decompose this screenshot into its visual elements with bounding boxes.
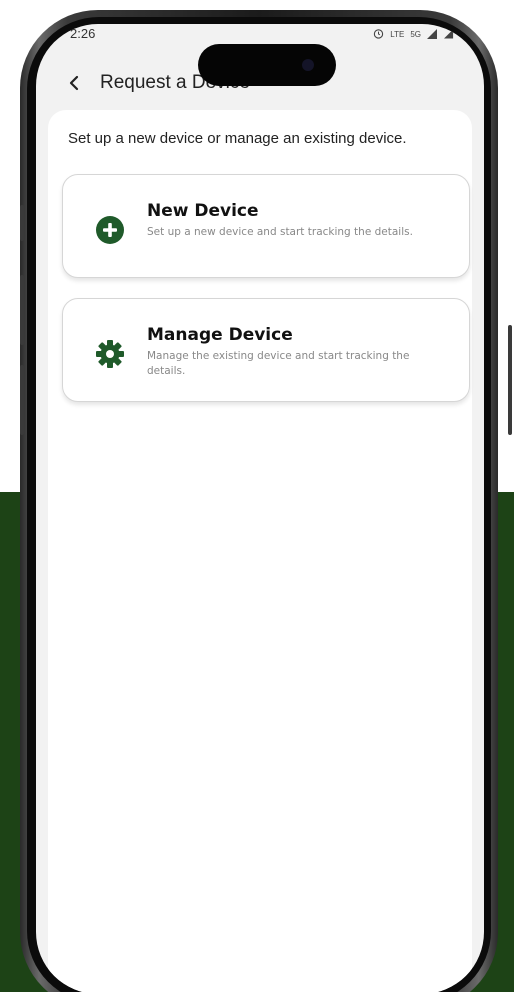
gear-icon	[95, 339, 125, 369]
chevron-left-icon	[67, 75, 81, 95]
manage-device-card[interactable]: Manage Device Manage the existing device…	[62, 298, 470, 402]
new-device-title: New Device	[147, 201, 259, 221]
volume-up-button	[20, 275, 24, 345]
page-subtitle: Set up a new device or manage an existin…	[68, 130, 407, 147]
manage-device-title: Manage Device	[147, 325, 293, 345]
status-time: 2:26	[70, 26, 96, 41]
volume-down-button	[20, 365, 24, 435]
back-button[interactable]	[62, 73, 86, 97]
network-label: LTE	[390, 30, 405, 39]
battery-icon	[444, 28, 454, 41]
new-device-card[interactable]: New Device Set up a new device and start…	[62, 174, 470, 278]
manage-device-description: Manage the existing device and start tra…	[147, 350, 410, 377]
dynamic-island	[198, 44, 336, 86]
power-button	[508, 325, 512, 435]
page: 2:26 LTE 5G Request a Device Set up a ne…	[0, 0, 514, 992]
camera-lens	[302, 59, 314, 71]
content-area: Set up a new device or manage an existin…	[48, 110, 472, 992]
alarm-icon	[373, 28, 384, 41]
status-icons: LTE 5G	[373, 28, 454, 41]
signal-icon	[427, 28, 438, 41]
new-device-description: Set up a new device and start tracking t…	[147, 226, 413, 238]
phone-screen: 2:26 LTE 5G Request a Device Set up a ne…	[36, 24, 484, 992]
signal-label: 5G	[410, 30, 421, 39]
action-button	[20, 205, 24, 241]
plus-circle-icon	[95, 215, 125, 245]
